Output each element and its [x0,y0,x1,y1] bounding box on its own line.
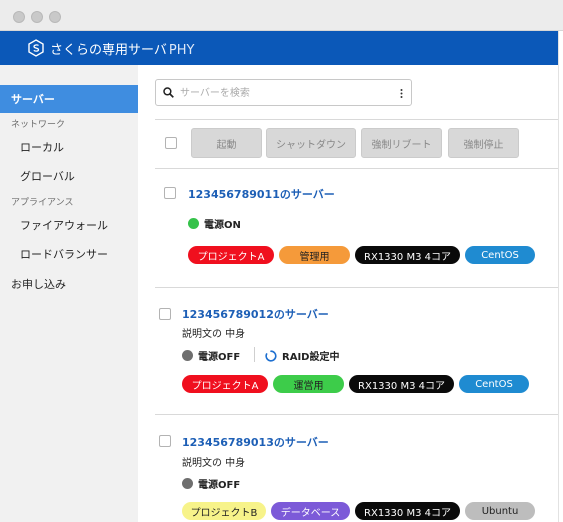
tag-os: CentOS [465,246,535,264]
divider [155,119,563,120]
minimize-window-button[interactable] [31,11,43,23]
server-description: 説明文の 中身 [182,329,246,340]
search-box [155,79,412,106]
power-off-status-dot-icon [182,478,193,489]
sidebar-item-servers[interactable]: サーバー [0,85,138,113]
server-name-link[interactable]: 123456789011のサーバー [188,186,335,202]
search-icon [163,87,174,98]
sidebar-item-label: グローバル [20,170,75,183]
sidebar-item-global[interactable]: グローバル [0,162,138,190]
sidebar-item-application[interactable]: お申し込み [0,270,138,298]
server-tags: プロジェクトB データベース RX1330 M3 4コア Ubuntu [182,502,542,520]
divider [155,414,563,415]
close-window-button[interactable] [13,11,25,23]
raid-status: RAID設定中 [265,348,339,363]
sidebar-section-appliance: アプライアンス [11,198,74,208]
power-status-label: 電源OFF [198,352,241,363]
tag-machine: RX1330 M3 4コア [349,375,454,393]
status-separator [254,347,255,362]
tag-os: Ubuntu [465,502,535,520]
sidebar: サーバー ネットワーク ローカル グローバル アプライアンス ファイアウォール … [0,65,138,522]
app-title: さくらの専用サーバ PHY [50,39,194,58]
power-status-label: 電源ON [204,220,241,231]
search-input[interactable] [180,84,390,102]
server-checkbox[interactable] [164,187,176,199]
server-checkbox[interactable] [159,308,171,320]
power-status-label: 電源OFF [198,480,241,491]
server-tags: プロジェクトA 管理用 RX1330 M3 4コア CentOS [188,246,538,264]
shutdown-button[interactable]: シャットダウン [266,128,356,158]
tag-os: CentOS [459,375,529,393]
app-header: さくらの専用サーバ PHY [0,31,563,65]
start-button[interactable]: 起動 [191,128,262,158]
sidebar-item-local[interactable]: ローカル [0,133,138,161]
loading-spinner-icon [265,349,277,362]
sidebar-item-label: ロードバランサー [20,248,108,261]
tag-machine: RX1330 M3 4コア [355,502,460,520]
sidebar-item-label: ローカル [20,141,64,154]
tag-project: プロジェクトA [188,246,274,264]
server-name-link[interactable]: 123456789012のサーバー [182,306,329,322]
server-name-link[interactable]: 123456789013のサーバー [182,434,329,450]
tag-machine: RX1330 M3 4コア [355,246,460,264]
sidebar-item-label: サーバー [11,93,55,106]
tag-project: プロジェクトA [182,375,268,393]
zoom-window-button[interactable] [49,11,61,23]
window-title-bar [0,0,563,31]
brand-name: さくらの専用サーバ [50,43,167,58]
divider [155,287,563,288]
sakura-logo-icon [28,39,44,57]
tag-project: プロジェクトB [182,502,266,520]
tag-role: データベース [271,502,350,520]
tag-role: 管理用 [279,246,350,264]
sidebar-item-label: お申し込み [11,278,66,291]
server-tags: プロジェクトA 運営用 RX1330 M3 4コア CentOS [182,375,532,393]
power-status: 電源OFF [182,348,240,363]
force-reboot-button[interactable]: 強制リブート [361,128,442,158]
more-options-icon[interactable] [400,89,403,98]
tag-role: 運営用 [273,375,344,393]
sidebar-item-firewall[interactable]: ファイアウォール [0,211,138,239]
force-stop-button[interactable]: 強制停止 [448,128,519,158]
power-status: 電源OFF [182,476,240,491]
power-on-status-dot-icon [188,218,199,229]
server-description: 説明文の 中身 [182,458,246,469]
divider [155,168,563,169]
product-name: PHY [168,43,195,58]
sidebar-section-network: ネットワーク [11,120,66,130]
app-window: さくらの専用サーバ PHY サーバー ネットワーク ローカル グローバル アプライ… [0,0,563,522]
power-status: 電源ON [188,216,241,231]
select-all-checkbox[interactable] [165,137,177,149]
window-edge [558,31,563,522]
power-off-status-dot-icon [182,350,193,361]
sidebar-item-label: ファイアウォール [20,219,108,232]
server-list-panel: 起動 シャットダウン 強制リブート 強制停止 123456789011のサーバー… [138,65,563,522]
raid-status-label: RAID設定中 [282,352,340,363]
server-checkbox[interactable] [159,435,171,447]
sidebar-item-load-balancer[interactable]: ロードバランサー [0,240,138,268]
